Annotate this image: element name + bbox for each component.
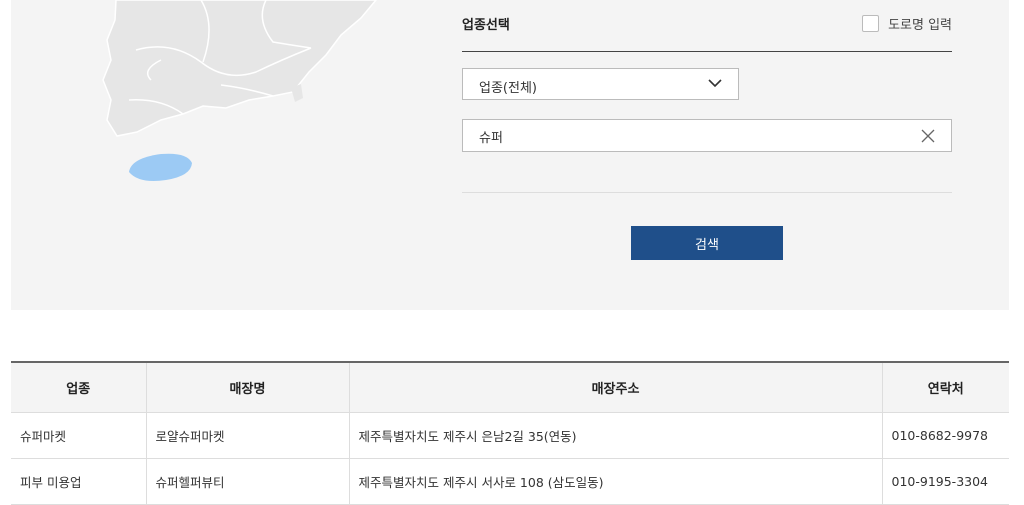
column-header-address: 매장주소 <box>349 361 883 413</box>
column-header-category: 업종 <box>11 361 147 413</box>
close-icon[interactable] <box>921 129 935 143</box>
table-header-row: 업종 매장명 매장주소 연락처 <box>11 361 1009 413</box>
category-select[interactable]: 업종(전체) <box>462 68 739 100</box>
divider <box>462 192 952 193</box>
cell-category: 슈퍼마켓 <box>11 412 147 459</box>
road-name-label: 도로명 입력 <box>888 18 952 33</box>
form-header: 업종선택 도로명 입력 <box>462 0 952 52</box>
search-input[interactable] <box>479 126 899 146</box>
search-panel: 업종선택 도로명 입력 업종(전체) 검색 <box>11 0 1009 310</box>
category-select-value: 업종(전체) <box>479 81 537 96</box>
mainland-region[interactable] <box>102 0 377 137</box>
jeju-region-highlight[interactable] <box>129 153 192 181</box>
region-map <box>102 0 377 181</box>
cell-contact: 010-9195-3304 <box>882 458 1009 505</box>
search-button[interactable]: 검색 <box>631 226 783 260</box>
cell-store-name: 슈퍼헬퍼뷰티 <box>146 458 350 505</box>
cell-address: 제주특별자치도 제주시 은남2길 35(연동) <box>349 412 883 459</box>
search-field <box>462 119 952 152</box>
chevron-down-icon <box>708 79 722 88</box>
column-header-contact: 연락처 <box>882 361 1009 413</box>
road-name-checkbox[interactable]: 도로명 입력 <box>862 14 952 33</box>
checkbox-icon[interactable] <box>862 15 880 32</box>
column-header-store-name: 매장명 <box>146 361 350 413</box>
table-row[interactable]: 피부 미용업 슈퍼헬퍼뷰티 제주특별자치도 제주시 서사로 108 (삼도일동)… <box>11 458 1009 505</box>
section-title: 업종선택 <box>462 18 510 33</box>
cell-address: 제주특별자치도 제주시 서사로 108 (삼도일동) <box>349 458 883 505</box>
cell-store-name: 로얄슈퍼마켓 <box>146 412 350 459</box>
results-table: 업종 매장명 매장주소 연락처 슈퍼마켓 로얄슈퍼마켓 제주특별자치도 제주시 … <box>11 361 1009 505</box>
cell-contact: 010-8682-9978 <box>882 412 1009 459</box>
table-row[interactable]: 슈퍼마켓 로얄슈퍼마켓 제주특별자치도 제주시 은남2길 35(연동) 010-… <box>11 412 1009 459</box>
cell-category: 피부 미용업 <box>11 458 147 505</box>
